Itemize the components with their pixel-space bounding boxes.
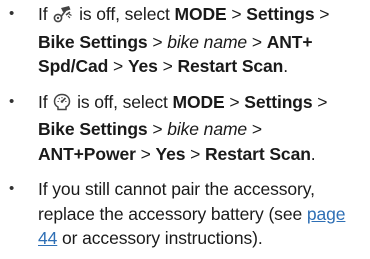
menu-yes: Yes	[155, 143, 186, 164]
separator: >	[251, 31, 262, 52]
separator: >	[319, 4, 330, 24]
menu-bike-settings: Bike Settings	[38, 119, 148, 139]
battery-text: If you still cannot pair the accessory, …	[38, 179, 315, 224]
separator: >	[231, 4, 242, 24]
separator: >	[162, 56, 173, 76]
text-if: If	[38, 91, 48, 112]
separator: >	[140, 143, 151, 164]
menu-sensor: ANT+Power	[38, 143, 136, 164]
list-item: • If is off, select MODE > Settings > Bi…	[0, 90, 370, 167]
text-is-off: is off, select	[79, 4, 170, 24]
separator: >	[152, 119, 163, 139]
separator: >	[251, 119, 262, 139]
power-meter-icon	[53, 93, 71, 118]
list-item: • If you still cannot pair the accessory…	[0, 177, 370, 251]
menu-settings: Settings	[246, 4, 315, 24]
separator: >	[317, 91, 328, 112]
troubleshooting-list: • If is off, select MODE > Settings > Bi…	[0, 2, 370, 251]
bullet: •	[9, 92, 15, 110]
separator: >	[113, 56, 124, 76]
separator: >	[190, 143, 201, 164]
separator: >	[229, 91, 240, 112]
bullet: •	[9, 5, 15, 22]
period: .	[310, 143, 316, 164]
menu-mode: MODE	[172, 91, 225, 112]
menu-bike-settings: Bike Settings	[38, 31, 148, 52]
speed-cadence-sensor-icon	[53, 4, 73, 30]
period: .	[283, 56, 289, 76]
list-item: • If is off, select MODE > Settings > Bi…	[0, 2, 370, 79]
menu-restart-scan: Restart Scan	[177, 56, 284, 76]
bike-name-placeholder: bike name	[167, 31, 248, 52]
menu-restart-scan: Restart Scan	[205, 143, 311, 164]
menu-yes: Yes	[127, 56, 158, 76]
document-page: • If is off, select MODE > Settings > Bi…	[0, 0, 370, 259]
text-if: If	[38, 4, 48, 24]
separator: >	[152, 31, 163, 52]
bike-name-placeholder: bike name	[167, 119, 248, 139]
bullet: •	[9, 180, 15, 197]
battery-text-end: or accessory instructions).	[62, 228, 263, 248]
text-is-off: is off, select	[77, 91, 168, 112]
menu-mode: MODE	[174, 4, 227, 24]
menu-settings: Settings	[244, 91, 313, 112]
